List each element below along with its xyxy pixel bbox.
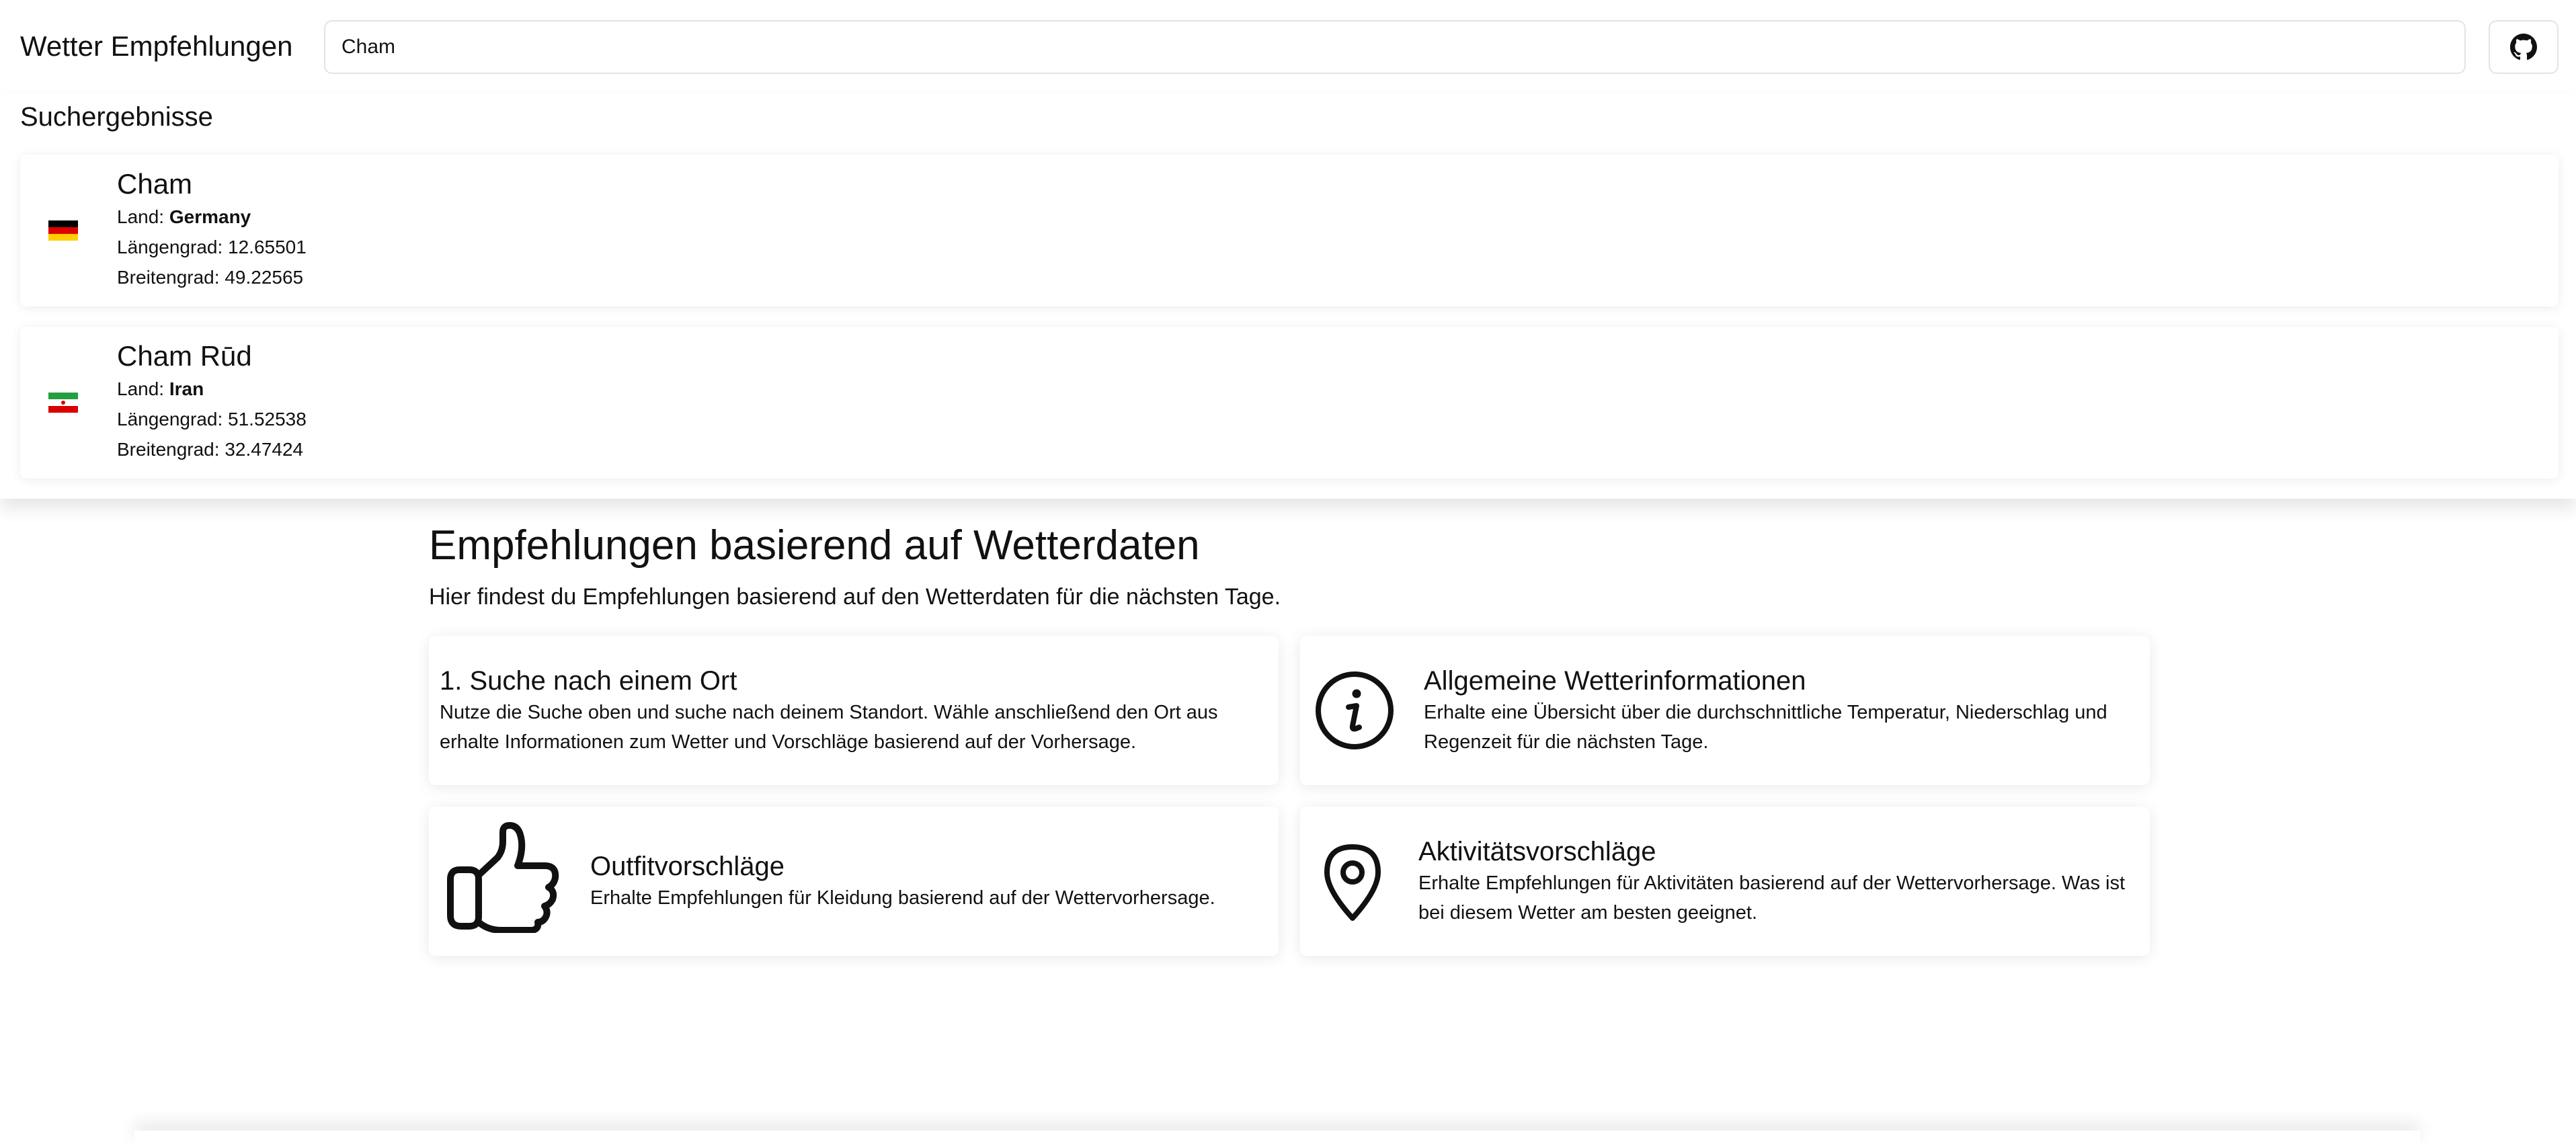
search-results-panel: Suchergebnisse Cham Land: Germany Längen… [0, 94, 2576, 499]
result-name: Cham [117, 168, 193, 200]
result-latitude: Breitengrad: 49.22565 [117, 267, 304, 288]
search-result-item[interactable]: Cham Land: Germany Längengrad: 12.65501 … [20, 155, 2559, 307]
country-label: Land: [117, 206, 165, 227]
app-header: Wetter Empfehlungen [0, 0, 2576, 94]
card-body: Outfitvorschläge Erhalte Empfehlungen fü… [590, 807, 1265, 956]
card-outfit-suggestions: Outfitvorschläge Erhalte Empfehlungen fü… [429, 807, 1279, 956]
search-results-heading: Suchergebnisse [20, 102, 213, 132]
main-subtitle: Hier findest du Empfehlungen basierend a… [429, 584, 1281, 610]
location-search-input[interactable] [324, 20, 2466, 74]
card-title: Aktivitätsvorschläge [1418, 837, 1656, 866]
result-country: Land: Germany [117, 202, 307, 232]
app-title: Wetter Empfehlungen [20, 30, 293, 62]
github-button[interactable] [2489, 20, 2559, 74]
card-body: 1. Suche nach einem Ort Nutze die Suche … [440, 636, 1252, 785]
card-text: Erhalte Empfehlungen für Kleidung basier… [590, 887, 1215, 909]
thumbs-up-icon [447, 822, 559, 933]
country-value: Iran [169, 378, 204, 399]
result-latitude: Breitengrad: 32.47424 [117, 439, 304, 460]
map-pin-icon [1324, 844, 1381, 921]
result-country: Land: Iran [117, 374, 307, 404]
country-value: Germany [169, 206, 251, 227]
card-title: 1. Suche nach einem Ort [440, 666, 737, 696]
card-body: Aktivitätsvorschläge Erhalte Empfehlunge… [1418, 807, 2136, 956]
card-search-location: 1. Suche nach einem Ort Nutze die Suche … [429, 636, 1279, 785]
iran-flag-icon [48, 393, 78, 413]
search-result-item[interactable]: Cham Rūd Land: Iran Längengrad: 51.52538… [20, 327, 2559, 479]
country-label: Land: [117, 378, 165, 399]
github-icon [2510, 34, 2537, 60]
result-longitude: Längengrad: 51.52538 [117, 409, 307, 430]
card-text: Erhalte Empfehlungen für Aktivitäten bas… [1418, 872, 2125, 924]
footer-edge [134, 1131, 2420, 1144]
card-text: Erhalte eine Übersicht über die durchsch… [1424, 702, 2107, 753]
main-title: Empfehlungen basierend auf Wetterdaten [429, 522, 1200, 569]
germany-flag-icon [48, 220, 78, 241]
result-name: Cham Rūd [117, 340, 252, 372]
card-body: Allgemeine Wetterinformationen Erhalte e… [1424, 636, 2136, 785]
info-icon [1316, 671, 1394, 749]
result-info: Cham Rūd Land: Iran Längengrad: 51.52538… [117, 339, 307, 464]
card-text: Nutze die Suche oben und suche nach dein… [440, 702, 1218, 753]
card-title: Outfitvorschläge [590, 852, 785, 881]
result-longitude: Längengrad: 12.65501 [117, 237, 307, 257]
result-info: Cham Land: Germany Längengrad: 12.65501 … [117, 167, 307, 292]
card-title: Allgemeine Wetterinformationen [1424, 666, 1806, 696]
card-weather-info: Allgemeine Wetterinformationen Erhalte e… [1300, 636, 2150, 785]
card-activity-suggestions: Aktivitätsvorschläge Erhalte Empfehlunge… [1300, 807, 2150, 956]
